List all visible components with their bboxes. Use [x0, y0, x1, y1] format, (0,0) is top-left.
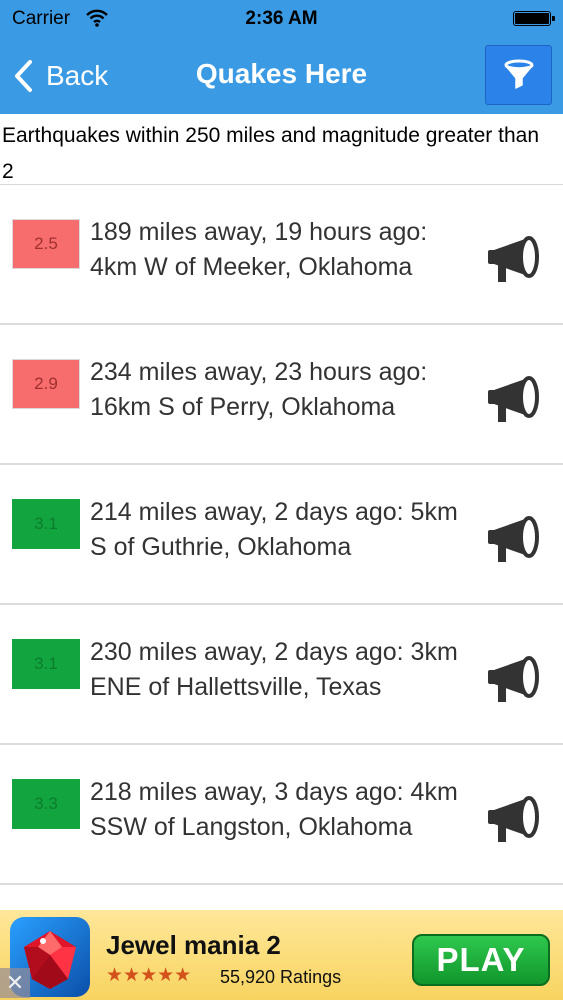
quake-description: 218 miles away, 3 days ago: 4km SSW of L… — [90, 778, 458, 841]
status-bar: Carrier 2:36 AM — [0, 0, 563, 38]
megaphone-icon[interactable] — [486, 375, 544, 425]
quake-description: 234 miles away, 23 hours ago: 16km S of … — [90, 358, 428, 421]
earthquake-list: 2.5 189 miles away, 19 hours ago: 4km W … — [0, 185, 563, 885]
ad-ratings-count: 55,920 Ratings — [220, 967, 342, 987]
rating-stars-icon: ★★★★★ — [106, 965, 192, 986]
list-item[interactable]: 3.1 214 miles away, 2 days ago: 5km S of… — [0, 465, 563, 605]
list-item[interactable]: 2.5 189 miles away, 19 hours ago: 4km W … — [0, 185, 563, 325]
list-item[interactable]: 3.1 230 miles away, 2 days ago: 3km ENE … — [0, 605, 563, 745]
quake-description: 214 miles away, 2 days ago: 5km S of Gut… — [90, 498, 458, 561]
quake-description-container: 234 miles away, 23 hours ago: 16km S of … — [28, 355, 458, 425]
ad-title: Jewel mania 2 — [106, 930, 281, 960]
list-item[interactable]: 2.9 234 miles away, 23 hours ago: 16km S… — [0, 325, 563, 465]
close-icon[interactable]: ✕ — [0, 968, 30, 998]
navigation-bar: Back Quakes Here — [0, 38, 563, 114]
quake-description: 189 miles away, 19 hours ago: 4km W of M… — [90, 218, 428, 281]
play-button[interactable]: PLAY — [412, 934, 550, 986]
quake-description-container: 230 miles away, 2 days ago: 3km ENE of H… — [28, 635, 458, 705]
list-item[interactable]: 3.3 218 miles away, 3 days ago: 4km SSW … — [0, 745, 563, 885]
megaphone-icon[interactable] — [486, 795, 544, 845]
filter-button[interactable] — [485, 45, 552, 105]
quake-description-container: 189 miles away, 19 hours ago: 4km W of M… — [28, 215, 458, 285]
battery-icon — [513, 11, 555, 26]
status-time: 2:36 AM — [245, 8, 318, 29]
quake-description-container: 218 miles away, 3 days ago: 4km SSW of L… — [28, 775, 458, 845]
results-description: Earthquakes within 250 miles and magnitu… — [2, 124, 539, 183]
ad-banner[interactable]: Jewel mania 2 ★★★★★ 55,920 Ratings PLAY — [0, 910, 563, 1000]
quake-description: 230 miles away, 2 days ago: 3km ENE of H… — [90, 638, 458, 701]
quake-description-container: 214 miles away, 2 days ago: 5km S of Gut… — [28, 495, 458, 565]
page-title: Quakes Here — [195, 58, 368, 89]
megaphone-icon[interactable] — [486, 655, 544, 705]
megaphone-icon[interactable] — [486, 235, 544, 285]
megaphone-icon[interactable] — [486, 515, 544, 565]
filter-funnel-icon — [504, 59, 533, 89]
